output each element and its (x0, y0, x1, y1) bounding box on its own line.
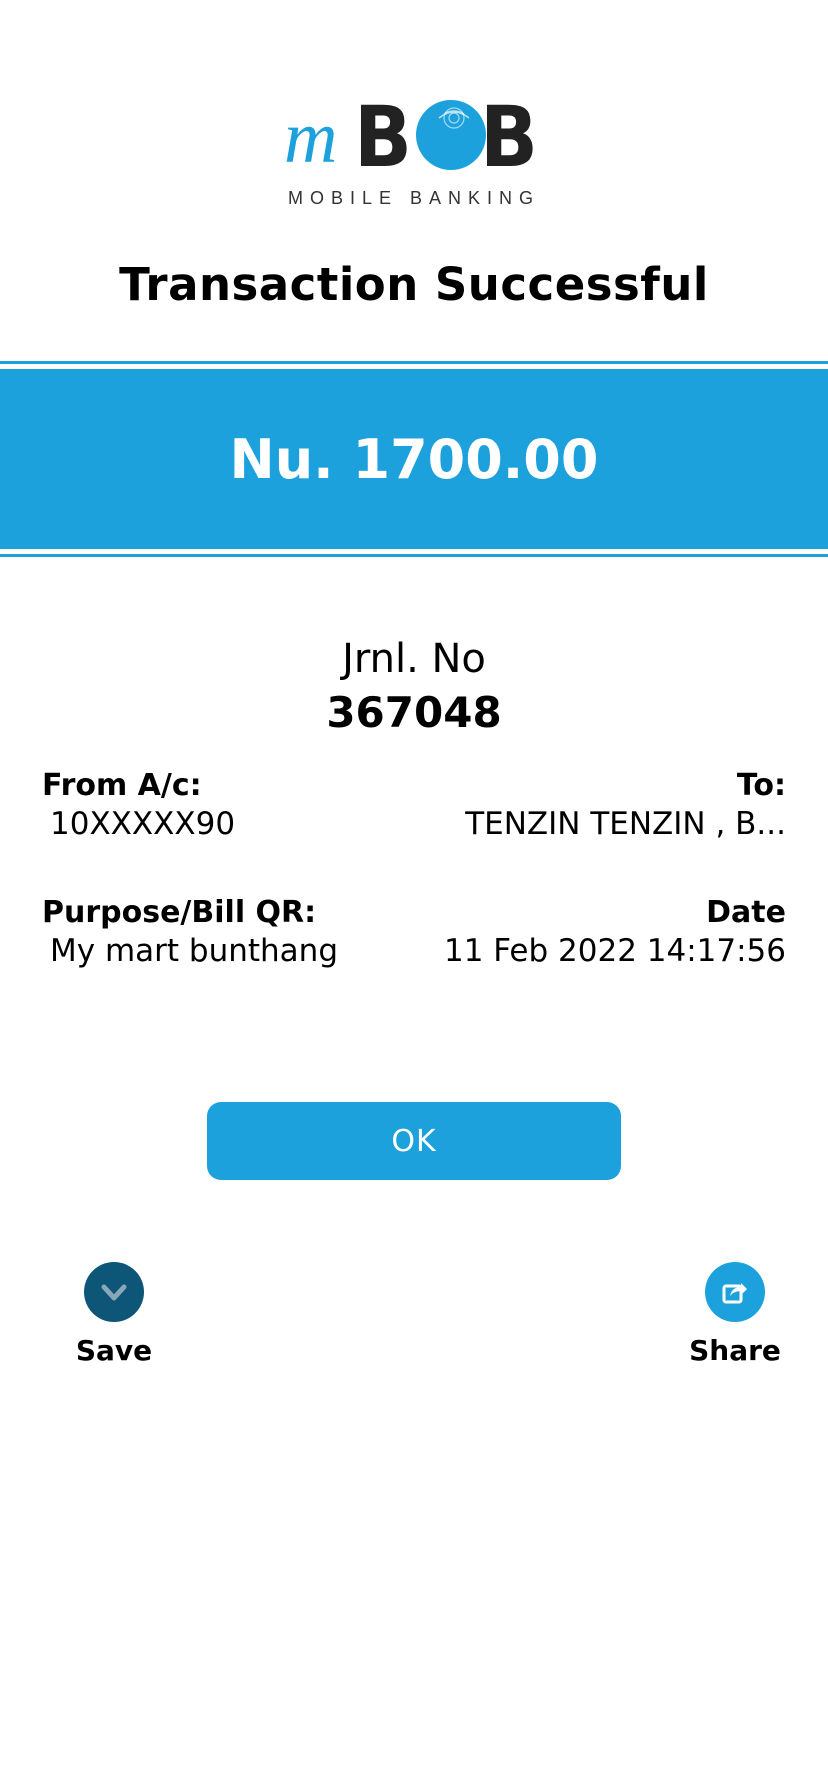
logo-m-letter: m (284, 97, 337, 176)
save-label: Save (75, 1334, 153, 1367)
amount-value: Nu. 1700.00 (229, 427, 599, 491)
ok-button[interactable]: OK (207, 1102, 621, 1180)
share-label: Share (689, 1334, 781, 1367)
share-button[interactable]: Share (665, 1262, 805, 1367)
share-circle[interactable] (705, 1262, 765, 1322)
to-label: To: (736, 768, 786, 803)
journal-number: 367048 (326, 688, 502, 737)
amount-banner: Nu. 1700.00 (0, 361, 828, 557)
logo-subtitle: MOBILE BANKING (287, 188, 541, 208)
save-button[interactable]: Save (44, 1262, 184, 1367)
logo-b-letter-2: B (480, 96, 538, 176)
logo-o-circle (416, 100, 486, 170)
purpose-label: Purpose/Bill QR: (42, 895, 317, 930)
mbob-logo: m B B MOBILE BANKING (0, 96, 828, 216)
date-value: 11 Feb 2022 14:17:56 (443, 933, 786, 969)
from-account-value: 10XXXXX90 (50, 806, 236, 842)
logo-b-letter-1: B (354, 96, 412, 176)
from-account-label: From A/c: (42, 768, 202, 803)
mbob-logo-mark: m B B (284, 96, 538, 176)
purpose-value: My mart bunthang (50, 933, 338, 969)
journal-label: Jrnl. No (342, 636, 486, 682)
chevron-down-icon (101, 1284, 127, 1301)
to-value: TENZIN TENZIN , B... (465, 806, 786, 842)
page-title: Transaction Successful (119, 258, 709, 311)
date-label: Date (706, 895, 786, 930)
amount-banner-fill: Nu. 1700.00 (0, 369, 828, 549)
save-circle[interactable] (84, 1262, 144, 1322)
share-icon (722, 1283, 747, 1304)
